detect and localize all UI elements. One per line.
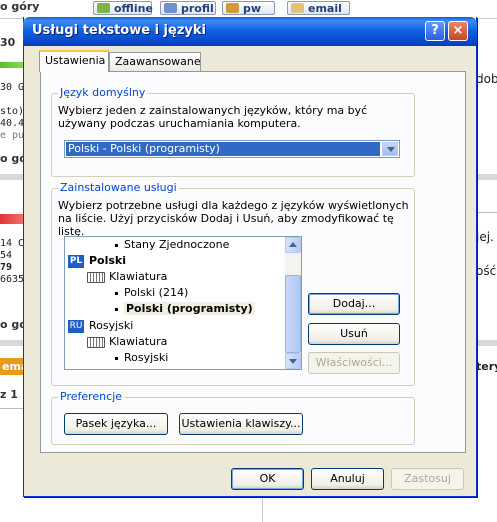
default-language-group: Język domyślny Wybierz jeden z zainstalo… <box>51 86 415 177</box>
keyboard-icon <box>87 336 105 348</box>
group-description: Wybierz jeden z zainstalowanych języków,… <box>58 104 368 130</box>
key-settings-button[interactable]: Ustawienia klawiszy... <box>179 413 303 435</box>
list-item[interactable]: Stany Zjednoczone <box>115 237 229 253</box>
bg-snippet: 6635 <box>0 274 25 285</box>
offline-button[interactable]: offline <box>93 1 153 15</box>
list-item-selected[interactable]: Polski (programisty) <box>115 301 255 317</box>
bg-snippet: e pu <box>0 130 25 141</box>
language-badge: RU <box>68 319 84 333</box>
list-item[interactable]: Polski (214) <box>115 285 188 301</box>
group-label: Preferencje <box>58 390 125 403</box>
bg-snippet: dob <box>476 72 497 86</box>
add-button[interactable]: Dodaj... <box>308 293 400 315</box>
pm-button[interactable]: pw <box>222 1 275 15</box>
vertical-scrollbar[interactable] <box>285 237 301 369</box>
services-tree[interactable]: Stany Zjednoczone PL Polski Klawiatura Po… <box>64 236 302 370</box>
list-item[interactable]: PL Polski <box>68 253 126 269</box>
tab-advanced[interactable]: Zaawansowane <box>109 52 201 71</box>
close-button[interactable]: × <box>448 21 468 41</box>
help-icon: ? <box>431 23 439 38</box>
group-description: Wybierz potrzebne usługi dla każdego z j… <box>58 199 409 238</box>
settings-panel: Język domyślny Wybierz jeden z zainstalo… <box>40 71 466 453</box>
scroll-down-icon[interactable] <box>285 353 301 369</box>
scroll-thumb[interactable] <box>285 275 301 353</box>
properties-button[interactable]: Właściwości... <box>308 352 400 374</box>
text-services-dialog: Usługi tekstowe i języki ? × Ustawienia … <box>23 17 477 497</box>
scroll-up-icon[interactable] <box>285 237 301 253</box>
divider <box>0 408 24 409</box>
apply-button[interactable]: Zastosuj <box>391 468 464 490</box>
installed-services-group: Zainstalowane usługi Wybierz potrzebne u… <box>51 181 415 386</box>
ok-button[interactable]: OK <box>231 468 304 490</box>
selected-language: Polski - Polski (programisty) <box>66 142 380 156</box>
list-item[interactable]: RU Rosyjski <box>68 318 133 334</box>
preferences-group: Preferencje Pasek języka... Ustawienia k… <box>51 390 415 445</box>
default-language-select[interactable]: Polski - Polski (programisty) <box>64 140 400 158</box>
users-icon <box>226 3 239 13</box>
bullet-icon <box>115 243 118 247</box>
language-badge: PL <box>68 254 84 268</box>
bg-snippet: jej. <box>476 230 494 244</box>
keyboard-icon <box>87 271 105 283</box>
profile-icon <box>164 3 177 13</box>
close-icon: × <box>452 23 464 38</box>
bg-snippet: o góry <box>0 0 40 13</box>
list-item[interactable]: Klawiatura <box>87 334 167 350</box>
bg-snippet: tery <box>476 360 497 373</box>
bullet-icon <box>115 356 118 360</box>
bg-snippet: ość <box>476 264 497 278</box>
envelope-icon <box>291 3 304 13</box>
profile-button[interactable]: profil <box>160 1 216 15</box>
group-label: Zainstalowane usługi <box>58 181 179 194</box>
group-label: Język domyślny <box>58 86 148 99</box>
remove-button[interactable]: Usuń <box>308 323 400 345</box>
chevron-down-icon[interactable] <box>382 142 398 156</box>
list-item[interactable]: Klawiatura <box>87 269 167 285</box>
divider <box>476 212 497 213</box>
divider <box>262 496 263 522</box>
rating-bar <box>0 62 24 68</box>
bullet-icon <box>115 307 118 311</box>
bg-snippet: 79 <box>0 262 13 273</box>
bullet-icon <box>115 291 118 295</box>
cancel-button[interactable]: Anuluj <box>311 468 384 490</box>
language-bar-button[interactable]: Pasek języka... <box>64 413 168 435</box>
bg-snippet: 54 <box>0 250 13 261</box>
help-button[interactable]: ? <box>425 21 445 41</box>
list-item[interactable]: Rosyjski <box>115 350 168 366</box>
bg-snippet: z 1 <box>0 388 18 401</box>
tab-settings[interactable]: Ustawienia <box>39 50 109 72</box>
email-button[interactable]: email <box>287 1 350 15</box>
dialog-title: Usługi tekstowe i języki <box>32 23 206 38</box>
offline-icon <box>97 3 110 13</box>
bg-snippet: 30 <box>0 36 16 49</box>
rating-bar <box>0 214 24 224</box>
title-bar[interactable]: Usługi tekstowe i języki ? × <box>23 17 477 46</box>
